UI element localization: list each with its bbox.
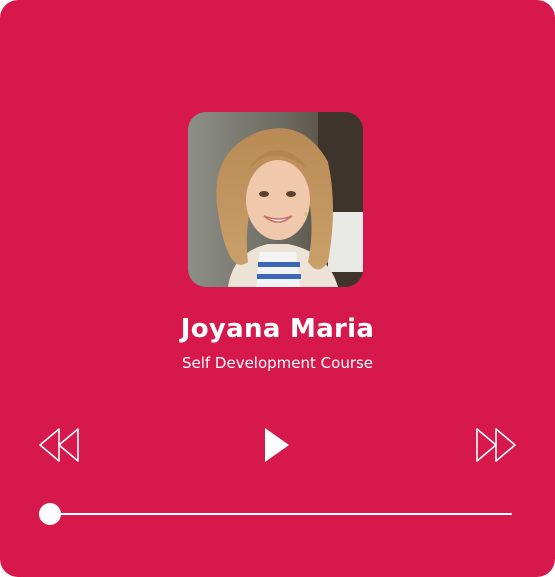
avatar-image — [188, 112, 363, 287]
play-button[interactable] — [263, 427, 291, 463]
rewind-icon — [39, 428, 79, 462]
rewind-button[interactable] — [37, 427, 81, 463]
speaker-name: Joyana Maria — [180, 314, 375, 344]
progress-slider-handle[interactable] — [39, 503, 61, 525]
audio-player-card: Joyana Maria Self Development Course — [0, 0, 555, 577]
fast-forward-button[interactable] — [474, 427, 518, 463]
play-icon — [265, 428, 289, 462]
course-title: Self Development Course — [181, 354, 374, 372]
fast-forward-icon — [476, 428, 516, 462]
progress-track[interactable] — [50, 513, 512, 515]
avatar — [188, 112, 363, 287]
